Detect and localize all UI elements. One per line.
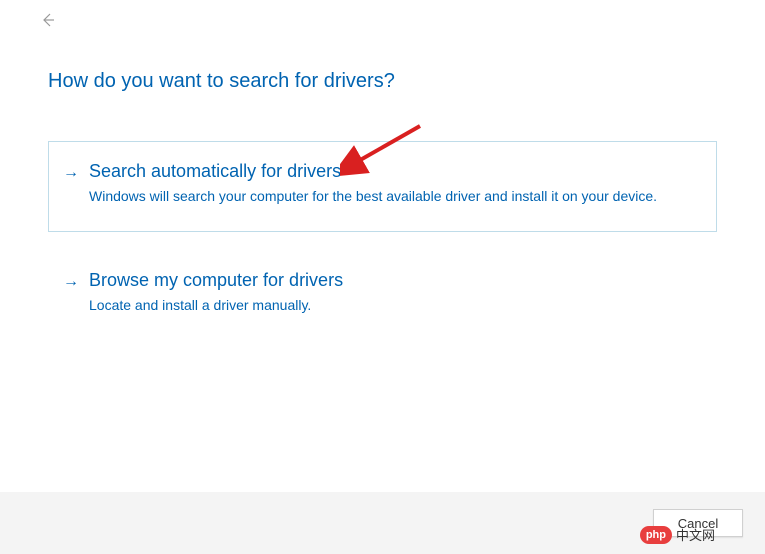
cancel-button[interactable]: Cancel [653, 509, 743, 537]
option-description: Locate and install a driver manually. [89, 296, 700, 316]
arrow-left-icon [40, 12, 56, 28]
option-search-automatically[interactable]: → Search automatically for drivers Windo… [48, 141, 717, 232]
option-title: Search automatically for drivers [89, 160, 700, 183]
option-title: Browse my computer for drivers [89, 269, 700, 292]
dialog-content: How do you want to search for drivers? →… [0, 0, 765, 341]
arrow-right-icon: → [63, 164, 79, 182]
back-button[interactable] [38, 10, 58, 30]
dialog-footer: Cancel [0, 492, 765, 554]
page-title: How do you want to search for drivers? [48, 70, 717, 93]
option-description: Windows will search your computer for th… [89, 187, 700, 207]
option-browse-computer[interactable]: → Browse my computer for drivers Locate … [48, 250, 717, 341]
arrow-right-icon: → [63, 273, 79, 291]
